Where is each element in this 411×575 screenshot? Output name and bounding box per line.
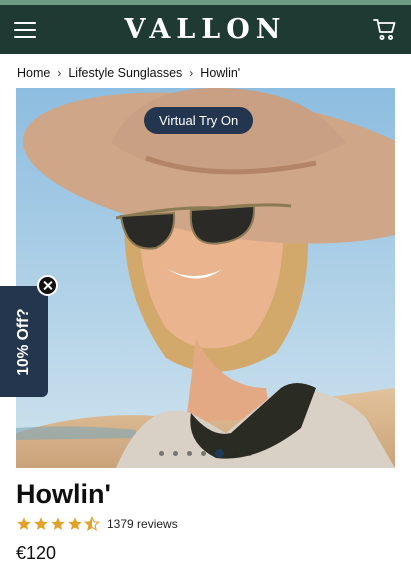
star-full-icon (68, 517, 82, 530)
star-full-icon (34, 517, 48, 530)
product-rating: 1379 reviews (16, 516, 178, 532)
product-price: €120 (16, 543, 57, 563)
rating-stars (16, 516, 100, 532)
star-half-icon (84, 516, 100, 532)
cart-icon[interactable] (373, 18, 397, 42)
product-title: Howlin' (16, 479, 111, 509)
close-icon[interactable] (37, 275, 58, 296)
breadcrumb-separator-icon: › (189, 66, 194, 80)
carousel-dot-active[interactable] (215, 449, 224, 458)
carousel-dot[interactable] (173, 451, 178, 456)
carousel-dot[interactable] (187, 451, 192, 456)
product-photo (16, 88, 395, 468)
carousel-dot[interactable] (159, 451, 164, 456)
discount-popup-tab[interactable]: 10% Off? (0, 286, 48, 397)
brand-logo[interactable]: VALLON (0, 14, 411, 45)
carousel-dot[interactable] (233, 451, 238, 456)
carousel-dot[interactable] (247, 451, 252, 456)
breadcrumb: Home › Lifestyle Sunglasses › Howlin' (17, 66, 240, 80)
breadcrumb-home[interactable]: Home (17, 66, 50, 80)
breadcrumb-current[interactable]: Howlin' (200, 66, 240, 80)
carousel-pagination (16, 449, 395, 458)
breadcrumb-lifestyle-sunglasses[interactable]: Lifestyle Sunglasses (68, 66, 182, 80)
breadcrumb-separator-icon: › (57, 66, 62, 80)
discount-label: 10% Off? (15, 307, 32, 376)
site-header: VALLON (0, 5, 411, 54)
carousel-dot[interactable] (201, 451, 206, 456)
star-full-icon (17, 517, 31, 530)
product-image-carousel[interactable]: Virtual Try On (16, 88, 395, 468)
star-full-icon (51, 517, 65, 530)
review-count-link[interactable]: 1379 reviews (107, 517, 178, 531)
virtual-try-on-button[interactable]: Virtual Try On (144, 107, 254, 134)
